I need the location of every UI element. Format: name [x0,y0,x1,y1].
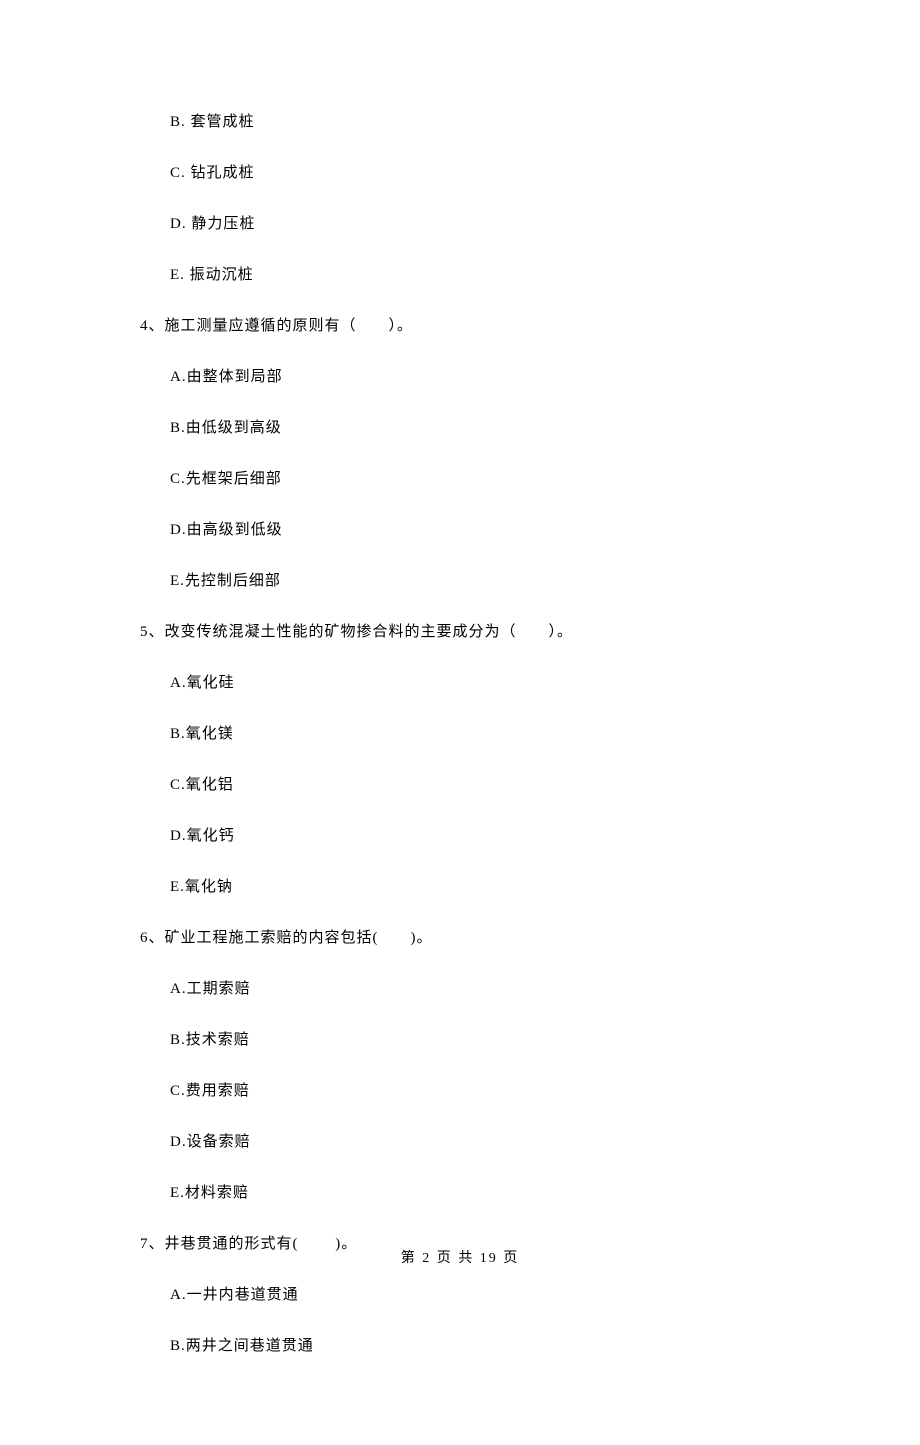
option-4-E: E.先控制后细部 [170,569,780,590]
option-5-D: D.氧化钙 [170,824,780,845]
option-prev-E: E. 振动沉桩 [170,263,780,284]
question-4: 4、施工测量应遵循的原则有（ ）。 [140,314,780,335]
question-6: 6、矿业工程施工索赔的内容包括( )。 [140,926,780,947]
option-5-E: E.氧化钠 [170,875,780,896]
option-6-A: A.工期索赔 [170,977,780,998]
option-prev-D: D. 静力压桩 [170,212,780,233]
page-footer: 第 2 页 共 19 页 [0,1247,920,1267]
option-6-D: D.设备索赔 [170,1130,780,1151]
option-7-B: B.两井之间巷道贯通 [170,1334,780,1355]
option-6-E: E.材料索赔 [170,1181,780,1202]
option-4-A: A.由整体到局部 [170,365,780,386]
option-6-B: B.技术索赔 [170,1028,780,1049]
page-content: B. 套管成桩 C. 钻孔成桩 D. 静力压桩 E. 振动沉桩 4、施工测量应遵… [0,0,920,1445]
question-5: 5、改变传统混凝土性能的矿物掺合料的主要成分为（ ）。 [140,620,780,641]
option-4-D: D.由高级到低级 [170,518,780,539]
option-5-B: B.氧化镁 [170,722,780,743]
option-4-B: B.由低级到高级 [170,416,780,437]
option-prev-C: C. 钻孔成桩 [170,161,780,182]
option-5-A: A.氧化硅 [170,671,780,692]
option-4-C: C.先框架后细部 [170,467,780,488]
option-5-C: C.氧化铝 [170,773,780,794]
option-6-C: C.费用索赔 [170,1079,780,1100]
option-prev-B: B. 套管成桩 [170,110,780,131]
option-7-A: A.一井内巷道贯通 [170,1283,780,1304]
